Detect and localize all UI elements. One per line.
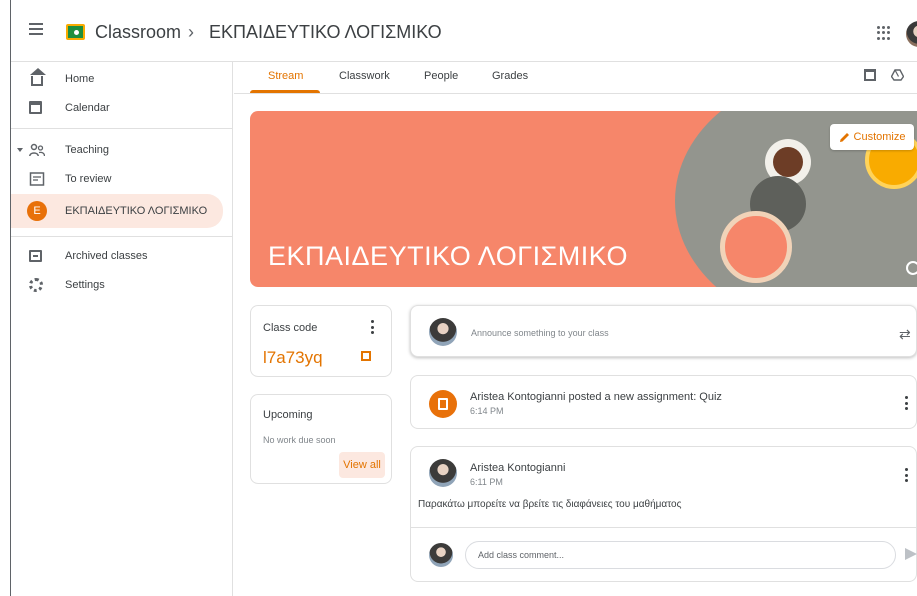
sidebar-item-settings[interactable]: Settings [11,269,223,301]
sidebar-item-calendar[interactable]: Calendar [11,92,223,124]
more-vert-icon[interactable] [371,320,375,334]
assignment-post[interactable]: Aristea Kontogianni posted a new assignm… [410,375,917,429]
repost-icon[interactable]: ⇄ [899,326,911,343]
upcoming-card: Upcoming No work due soon View all [250,394,392,484]
sidebar-divider [11,236,232,237]
class-code-card: Class code l7a73yq [250,305,392,377]
class-code-label: Class code [263,322,318,334]
announce-card[interactable]: Announce something to your class ⇄ [410,305,917,357]
post-body: Παρακάτω μπορείτε να βρείτε τις διαφάνει… [418,499,682,510]
tab-people[interactable]: People [424,70,458,82]
upcoming-empty-text: No work due soon [263,435,336,445]
sidebar-item-archived-classes[interactable]: Archived classes [11,240,223,272]
assignment-icon [429,390,457,418]
sidebar: Home Calendar Teaching To review E ΕΚΠΑΙ… [11,62,233,596]
customize-button[interactable]: Customize [830,124,914,150]
sidebar-item-label: Home [65,73,95,85]
sidebar-item-class[interactable]: E ΕΚΠΑΙΔΕΥΤΙΚΟ ΛΟΓΙΣΜΙΚΟ [11,194,223,228]
sidebar-divider [11,128,232,129]
post-author: Aristea Kontogianni [470,462,566,474]
sidebar-item-label: Settings [65,279,105,291]
more-vert-icon[interactable] [905,396,909,410]
announcement-post: Aristea Kontogianni 6:11 PM Παρακάτω μπο… [410,446,917,582]
more-vert-icon[interactable] [905,468,909,482]
people-icon [29,143,45,157]
send-icon[interactable] [905,548,917,560]
view-all-button[interactable]: View all [339,452,385,478]
account-avatar[interactable] [906,21,917,47]
post-title[interactable]: Aristea Kontogianni posted a new assignm… [470,391,722,403]
calendar-icon[interactable] [864,69,876,81]
menu-icon[interactable] [29,23,43,35]
banner-title: ΕΚΠΑΙΔΕΥΤΙΚΟ ΛΟΓΙΣΜΙΚΟ [268,241,628,271]
apps-grid-icon[interactable] [877,26,891,40]
sidebar-item-label: To review [65,173,112,185]
inbox-icon [29,172,45,186]
tab-grades[interactable]: Grades [492,70,528,82]
settings-icon [29,278,43,292]
class-comment-input[interactable]: Add class comment... [465,541,896,569]
author-avatar [429,459,457,487]
user-avatar [429,318,457,346]
banner-illustration [720,211,792,283]
post-time: 6:11 PM [470,477,503,487]
sidebar-item-label: ΕΚΠΑΙΔΕΥΤΙΚΟ ΛΟΓΙΣΜΙΚΟ [65,205,208,217]
breadcrumb-separator: › [188,22,194,42]
upcoming-label: Upcoming [263,409,313,421]
sidebar-item-home[interactable]: Home [11,63,223,95]
chevron-down-icon[interactable] [17,148,23,152]
sidebar-item-label: Archived classes [65,250,148,262]
post-divider [411,527,917,528]
tab-stream[interactable]: Stream [268,70,303,82]
class-banner: ΕΚΠΑΙΔΕΥΤΙΚΟ ΛΟΓΙΣΜΙΚΟ Customize [250,111,917,287]
info-icon[interactable] [906,261,917,275]
post-time: 6:14 PM [470,406,504,416]
class-code-value: l7a73yq [263,348,323,367]
sidebar-item-to-review[interactable]: To review [11,163,223,195]
calendar-icon [29,101,42,114]
fullscreen-icon[interactable] [361,351,371,361]
active-tab-indicator [250,90,320,93]
home-icon [30,68,46,86]
drive-folder-icon[interactable] [891,69,904,81]
user-avatar [429,543,453,567]
customize-label: Customize [853,131,906,143]
breadcrumb-class-name: ΕΚΠΑΙΔΕΥΤΙΚΟ ΛΟΓΙΣΜΙΚΟ [209,22,442,42]
pencil-icon [839,132,849,142]
tab-classwork[interactable]: Classwork [339,70,390,82]
sidebar-item-label: Teaching [65,144,110,156]
app-name[interactable]: Classroom [95,22,181,43]
class-tabs: Stream Classwork People Grades [234,62,917,94]
archive-icon [29,250,42,262]
top-app-bar: Classroom › ΕΚΠΑΙΔΕΥΤΙΚΟ ΛΟΓΙΣΜΙΚΟ [11,0,917,62]
announce-input[interactable]: Announce something to your class [471,328,609,338]
class-avatar: E [27,201,47,221]
sidebar-item-label: Calendar [65,102,110,114]
sidebar-item-teaching[interactable]: Teaching [11,134,223,166]
classroom-logo-icon[interactable] [66,24,85,40]
